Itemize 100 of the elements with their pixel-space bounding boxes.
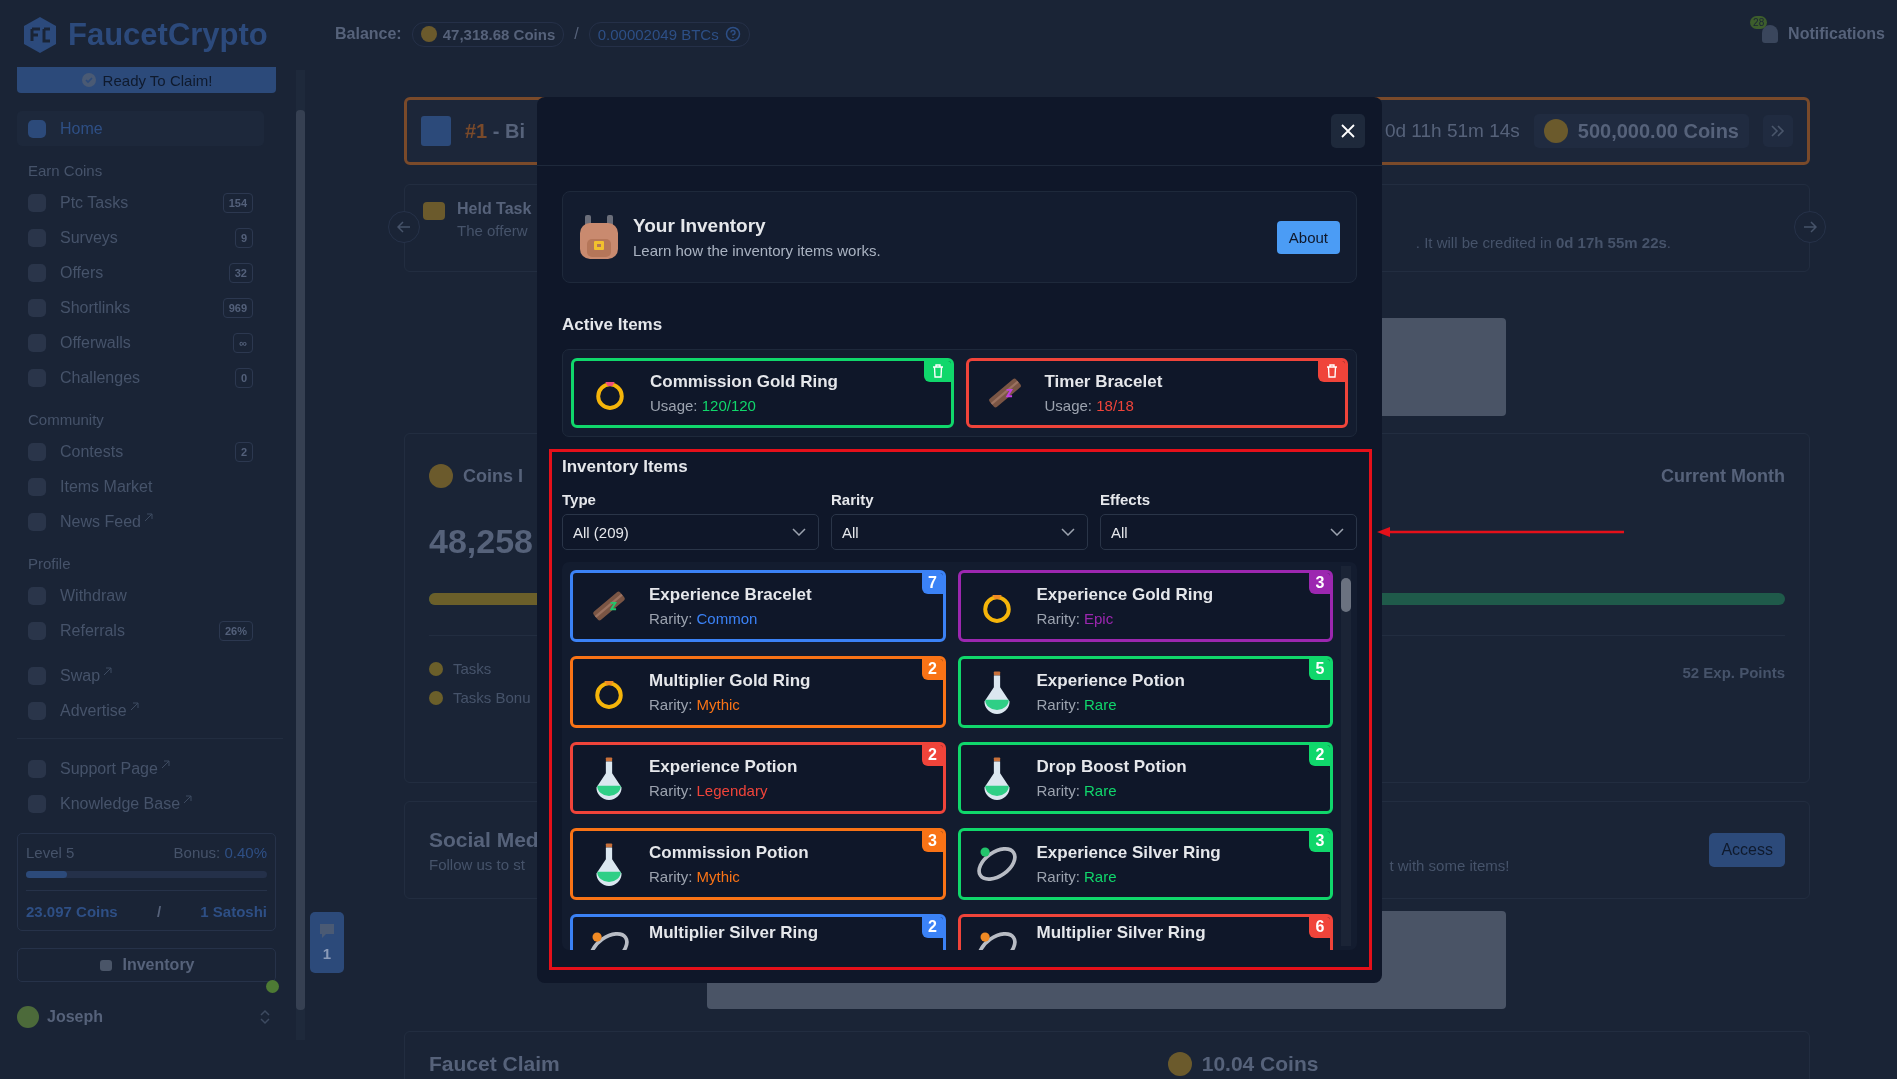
filter-label: Rarity (831, 491, 875, 508)
count-badge: 969 (222, 297, 253, 318)
count-badge: 2 (234, 441, 253, 462)
inventory-item-card[interactable]: Multiplier Gold Ring Rarity: Mythic 2 (570, 656, 946, 728)
arrow-right-icon (1803, 221, 1817, 233)
separator: / (574, 25, 579, 43)
count-badge: 9 (234, 227, 253, 248)
help-icon[interactable] (724, 26, 741, 42)
previous-button[interactable] (388, 211, 420, 243)
delete-button[interactable] (923, 361, 951, 382)
contest-title: #1 - Bi (465, 119, 526, 143)
count-badge: 3 (1309, 573, 1330, 594)
item-name: Multiplier Gold Ring (649, 671, 811, 691)
coins-amount: 48,258 (429, 522, 533, 560)
count-badge: 154 (222, 192, 253, 213)
filter-dropdown[interactable]: All (209) (562, 514, 819, 550)
held-task-title: Held Task (457, 199, 532, 218)
chevron-up-down-icon[interactable] (259, 1008, 271, 1026)
inventory-item-card[interactable]: Multiplier Silver Ring 6 (957, 914, 1333, 950)
inventory-item-card[interactable]: Experience Potion Rarity: Legendary 2 (570, 742, 946, 814)
next-button[interactable] (1763, 115, 1793, 147)
item-rarity: Rarity: Mythic (649, 868, 741, 885)
site-logo[interactable]: FaucetCrypto (68, 17, 268, 53)
backpack-icon (98, 958, 115, 972)
filter-dropdown[interactable]: All (831, 514, 1088, 550)
btc-balance: 0.00002049 BTCs (588, 21, 750, 47)
item-name: Experience Potion (1036, 671, 1185, 691)
inventory-button[interactable]: Inventory (17, 948, 276, 982)
item-name: Multiplier Silver Ring (649, 923, 819, 943)
filter-dropdown[interactable]: All (1100, 514, 1357, 550)
item-usage: Usage: 18/18 (1044, 397, 1135, 414)
count-badge: 26% (218, 620, 253, 641)
access-button[interactable]: Access (1709, 833, 1785, 867)
count-badge: 2 (921, 917, 943, 938)
count-badge: 6 (1309, 917, 1330, 938)
item-name: Drop Boost Potion (1036, 757, 1187, 777)
item-name: Experience Potion (649, 757, 798, 777)
scrollbar[interactable] (296, 70, 305, 1040)
coins-amount: 23.097 Coins (26, 903, 118, 920)
close-button[interactable] (1331, 114, 1365, 148)
coins-card-title: Coins I (429, 464, 523, 488)
count-badge: 3 (1309, 831, 1330, 852)
inventory-item-card[interactable]: Drop Boost Potion Rarity: Rare 2 (957, 742, 1333, 814)
count-badge: ∞ (233, 332, 253, 353)
social-title: Social Med (429, 827, 539, 852)
item-rarity: Rarity: Rare (1036, 868, 1118, 885)
filter-label: Effects (1100, 491, 1152, 508)
chat-button[interactable]: 1 (310, 912, 344, 973)
chevron-down-icon (1061, 528, 1075, 536)
item-rarity: Rarity: Epic (1036, 610, 1115, 627)
double-chevron-icon (1771, 125, 1785, 137)
item-name: Experience Silver Ring (1036, 843, 1221, 863)
coin-balance: 47,318.68 Coins (411, 21, 565, 47)
trash-icon (931, 364, 944, 378)
inventory-item-card[interactable]: Experience Gold Ring Rarity: Epic 3 (957, 570, 1333, 642)
item-name: Multiplier Silver Ring (1036, 923, 1206, 943)
item-name: Experience Gold Ring (1036, 585, 1214, 605)
about-button[interactable]: About (1276, 220, 1340, 254)
inventory-item-card[interactable]: Experience Silver Ring Rarity: Rare 3 (957, 828, 1333, 900)
period-label: Current Month (1661, 465, 1785, 487)
satoshi-amount: 1 Satoshi (200, 903, 267, 920)
count-badge: 2 (921, 745, 943, 766)
section-title: Inventory Items (562, 457, 689, 477)
inventory-item-card[interactable]: Multiplier Silver Ring 2 (570, 914, 946, 950)
item-usage: Usage: 120/120 (650, 397, 757, 414)
section-title: Active Items (562, 315, 664, 335)
count-badge: 2 (1309, 745, 1330, 766)
close-icon (1341, 124, 1355, 138)
item-rarity: Rarity: Rare (1036, 782, 1118, 799)
count-badge: 0 (234, 367, 253, 388)
badge-check-icon (80, 72, 97, 88)
item-name: Commission Gold Ring (650, 372, 838, 392)
contest-timer: 0d 11h 51m 14s (1384, 120, 1520, 142)
inventory-title: Your Inventory (633, 215, 767, 237)
chevron-down-icon (1330, 528, 1344, 536)
avatar (17, 1006, 39, 1028)
claim-button[interactable]: Ready To Claim! (17, 67, 276, 93)
count-badge: 5 (1309, 659, 1330, 680)
status-dot (266, 980, 279, 993)
user-name[interactable]: Joseph (47, 1008, 103, 1026)
bell-icon[interactable] (1762, 25, 1779, 43)
trash-icon (1326, 364, 1338, 378)
inventory-item-card[interactable]: Experience Potion Rarity: Rare 5 (957, 656, 1333, 728)
backpack-icon (577, 213, 621, 261)
faucet-title: Faucet Claim (429, 1052, 560, 1076)
count-badge: 7 (921, 573, 943, 594)
notifications-link[interactable]: Notifications (1788, 25, 1885, 43)
inventory-item-card[interactable]: Commission Potion Rarity: Mythic 3 (570, 828, 946, 900)
item-rarity: Rarity: Legendary (649, 782, 769, 799)
chat-icon (318, 923, 336, 939)
balance-label: Balance: (335, 25, 402, 43)
active-item-card[interactable]: Timer Bracelet Usage: 18/18 (965, 358, 1348, 428)
faucet-amount: 10.04 Coins (1167, 1052, 1319, 1076)
count-badge: 32 (228, 262, 253, 283)
inventory-item-card[interactable]: Experience Bracelet Rarity: Common 7 (570, 570, 946, 642)
active-item-card[interactable]: Commission Gold Ring Usage: 120/120 (571, 358, 954, 428)
next-button[interactable] (1794, 211, 1826, 243)
scrollbar[interactable] (1341, 566, 1351, 946)
item-name: Experience Bracelet (649, 585, 812, 605)
nav-item[interactable]: Home (17, 111, 264, 146)
